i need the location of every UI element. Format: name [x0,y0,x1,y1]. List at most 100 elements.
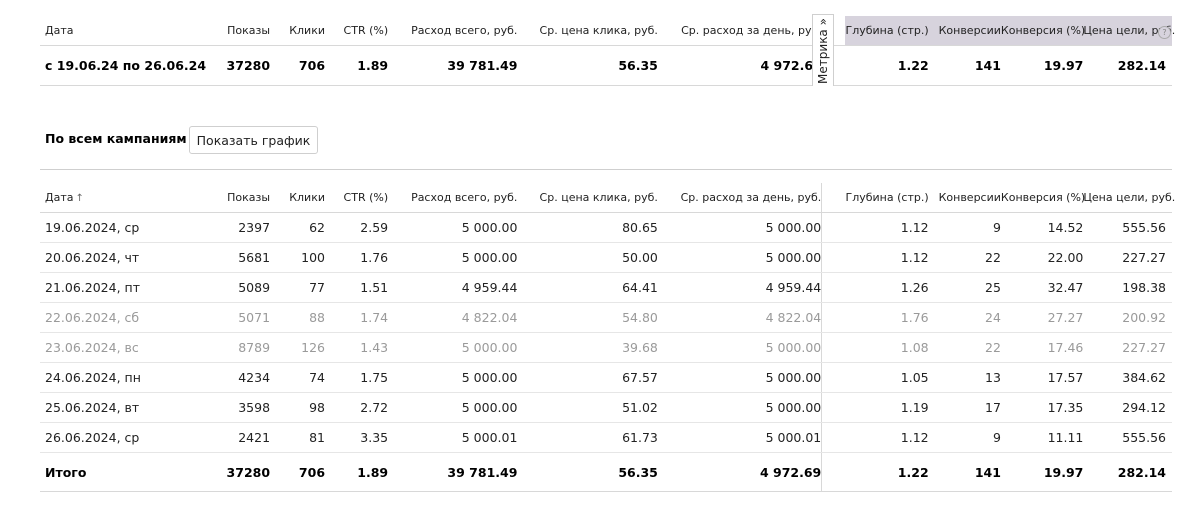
cell-conversions: 22 [928,242,1001,273]
totals-clicks: 706 [270,452,326,492]
cell-ctr: 1.76 [325,242,389,273]
col-header-clicks[interactable]: Клики [270,16,325,46]
cell-shows: 5089 [187,272,271,303]
cell-ctr: 2.59 [325,212,389,243]
cell-ctr: 1.43 [325,332,389,363]
table-row: 24.06.2024, пн 4234 74 1.75 5 000.00 67.57 5 0… [40,362,1172,393]
totals-conv-rate: 19.97 [1000,452,1084,492]
cell-conversions: 9 [928,422,1001,453]
col-header-date-sortable[interactable]: Дата ↑ [40,183,188,213]
cell-goal-price: 227.27 [1083,242,1172,273]
summary-goal-price: 282.14 [1083,45,1172,86]
col-header-conv-rate[interactable]: Конверсия (%) [1000,16,1085,46]
cell-avg-click: 64.41 [517,272,658,303]
cell-spend-total: 5 000.00 [388,212,518,243]
cell-goal-price: 200.92 [1083,302,1172,333]
col-header-avg-day[interactable]: Ср. расход за день, руб. [658,16,822,46]
cell-date: 26.06.2024, ср [40,422,188,453]
cell-avg-click: 50.00 [517,242,658,273]
cell-spend-total: 4 959.44 [388,272,518,303]
col-header-avg-click[interactable]: Ср. цена клика, руб. [517,16,658,46]
summary-avg-click: 56.35 [517,45,658,86]
cell-conv-rate: 17.46 [1000,332,1084,363]
cell-spacer [821,332,846,363]
cell-goal-price: 227.27 [1083,332,1172,363]
cell-conv-rate: 17.35 [1000,392,1084,423]
cell-depth: 1.12 [845,212,929,243]
summary-conversions: 141 [928,45,1001,86]
cell-conversions: 9 [928,212,1001,243]
cell-clicks: 100 [270,242,326,273]
col-header-avg-click[interactable]: Ср. цена клика, руб. [517,183,658,213]
cell-goal-price: 384.62 [1083,362,1172,393]
cell-conv-rate: 32.47 [1000,272,1084,303]
cell-avg-click: 39.68 [517,332,658,363]
cell-shows: 5681 [187,242,271,273]
help-icon[interactable]: ? [1158,26,1171,39]
col-header-avg-day[interactable]: Ср. расход за день, руб. [657,183,823,213]
summary-period: с 19.06.24 по 26.06.24 [40,45,206,86]
cell-conv-rate: 27.27 [1000,302,1084,333]
col-header-depth[interactable]: Глубина (стр.) [845,16,929,46]
cell-date: 21.06.2024, пт [40,272,188,303]
cell-clicks: 74 [270,362,326,393]
col-header-ctr[interactable]: CTR (%) [325,183,389,213]
cell-avg-day: 5 000.01 [657,422,823,453]
summary-table: Дата Показы Клики CTR (%) Расход всего, … [40,16,1175,86]
cell-goal-price: 294.12 [1083,392,1172,423]
col-header-shows[interactable]: Показы [188,183,270,213]
cell-date: 20.06.2024, чт [40,242,188,273]
col-header-spend-total[interactable]: Расход всего, руб. [388,183,517,213]
cell-avg-day: 4 822.04 [657,302,823,333]
cell-avg-day: 5 000.00 [657,392,823,423]
cell-avg-click: 67.57 [517,362,658,393]
cell-conv-rate: 17.57 [1000,362,1084,393]
col-header-ctr[interactable]: CTR (%) [325,16,389,46]
cell-conv-rate: 14.52 [1000,212,1084,243]
col-header-spend-total[interactable]: Расход всего, руб. [388,16,517,46]
totals-depth: 1.22 [845,452,929,492]
cell-conv-rate: 22.00 [1000,242,1084,273]
show-chart-button[interactable]: Показать график [189,126,318,154]
summary-row: с 19.06.24 по 26.06.24 37280 706 1.89 39… [40,45,1172,86]
cell-conv-rate: 11.11 [1000,422,1084,453]
totals-label: Итого [40,452,188,492]
cell-shows: 4234 [187,362,271,393]
table-row: 25.06.2024, вт 3598 98 2.72 5 000.00 51.02 5 0… [40,392,1172,423]
col-header-date-label: Дата [45,191,74,204]
cell-depth: 1.26 [845,272,929,303]
cell-date: 24.06.2024, пн [40,362,188,393]
summary-clicks: 706 [270,45,326,86]
col-header-conversions[interactable]: Конверсии [929,183,1001,213]
cell-depth: 1.19 [845,392,929,423]
metrika-toggle-tab[interactable]: Метрика » [812,14,834,86]
col-header-conversions[interactable]: Конверсии [928,16,1001,46]
header-spacer [822,183,845,213]
cell-spend-total: 5 000.00 [388,242,518,273]
totals-spend-total: 39 781.49 [388,452,518,492]
cell-depth: 1.12 [845,242,929,273]
cell-date: 25.06.2024, вт [40,392,188,423]
cell-spacer [821,272,846,303]
col-header-depth[interactable]: Глубина (стр.) [845,183,929,213]
cell-shows: 5071 [187,302,271,333]
section-divider [40,169,1172,170]
cell-spend-total: 5 000.00 [388,392,518,423]
col-header-date[interactable]: Дата [40,16,188,46]
summary-ctr: 1.89 [325,45,389,86]
col-header-shows[interactable]: Показы [188,16,270,46]
cell-avg-day: 5 000.00 [657,242,823,273]
cell-clicks: 126 [270,332,326,363]
cell-spacer [821,392,846,423]
cell-avg-click: 61.73 [517,422,658,453]
cell-ctr: 1.75 [325,362,389,393]
col-header-clicks[interactable]: Клики [270,183,325,213]
totals-goal-price: 282.14 [1083,452,1172,492]
col-header-goal-price[interactable]: Цена цели, руб. [1083,183,1175,213]
cell-shows: 3598 [187,392,271,423]
metrika-tab-label: Метрика » [816,17,830,84]
cell-spacer [821,362,846,393]
col-header-conv-rate[interactable]: Конверсия (%) [1001,183,1085,213]
cell-conversions: 13 [928,362,1001,393]
table-header-row: Дата ↑ Показы Клики CTR (%) Расход всего,… [40,183,1175,213]
